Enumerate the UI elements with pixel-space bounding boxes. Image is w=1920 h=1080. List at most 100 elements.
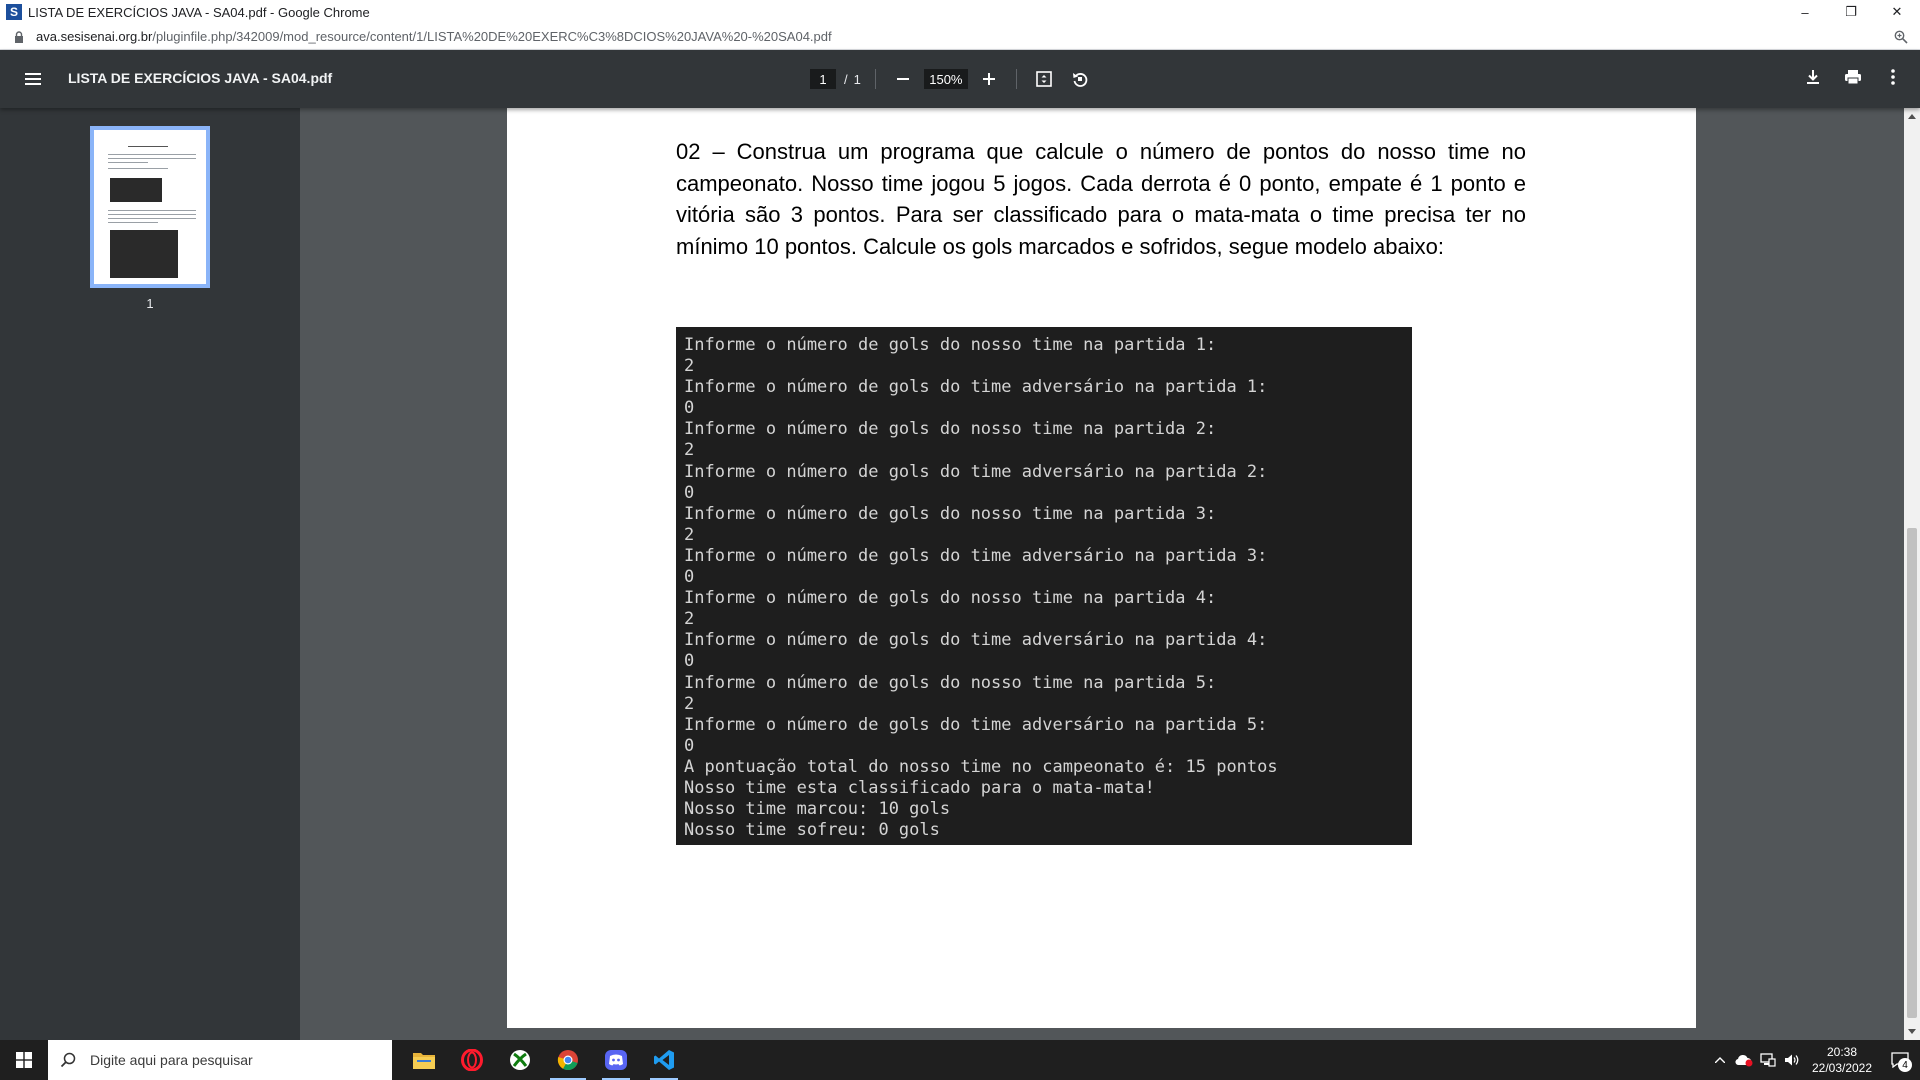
thumbnail-line xyxy=(108,154,196,155)
toolbar-divider xyxy=(874,69,876,89)
system-tray: 20:38 22/03/2022 4 xyxy=(1708,1040,1920,1080)
console-line: Informe o número de gols do time adversá… xyxy=(684,630,1268,651)
console-line: Nosso time sofreu: 0 gols xyxy=(684,820,940,841)
close-button[interactable]: ✕ xyxy=(1874,0,1920,24)
restore-button[interactable]: ❐ xyxy=(1828,0,1874,24)
console-line: Informe o número de gols do nosso time n… xyxy=(684,588,1217,609)
windows-start-icon[interactable] xyxy=(0,1040,48,1080)
thumbnail-line xyxy=(108,168,168,169)
download-icon[interactable] xyxy=(1800,64,1826,90)
speaker-icon[interactable] xyxy=(1780,1040,1804,1080)
print-icon[interactable] xyxy=(1840,64,1866,90)
exercise-text: 02 – Construa um programa que calcule o … xyxy=(676,139,1526,259)
right-toolbar xyxy=(1800,64,1906,90)
xbox-icon[interactable] xyxy=(496,1040,544,1080)
thumbnail-preview xyxy=(98,134,202,280)
taskbar: Digite aqui para pesquisar 20:38 22/03/2… xyxy=(0,1040,1920,1080)
scroll-up-arrow-icon[interactable] xyxy=(1904,108,1920,124)
url-path: /pluginfile.php/342009/mod_resource/cont… xyxy=(152,29,832,44)
vscode-icon[interactable] xyxy=(640,1040,688,1080)
zoom-out-icon[interactable] xyxy=(890,66,916,92)
vertical-scrollbar[interactable] xyxy=(1904,108,1920,1040)
page-separator: / xyxy=(844,71,848,87)
thumbnail-line xyxy=(108,158,196,159)
thumbnail-line xyxy=(108,162,148,163)
console-line: 0 xyxy=(684,398,695,419)
taskbar-apps xyxy=(400,1040,688,1080)
file-explorer-icon[interactable] xyxy=(400,1040,448,1080)
console-line: Informe o número de gols do time adversá… xyxy=(684,714,1268,735)
thumbnail-line xyxy=(108,210,196,211)
console-line: A pontuação total do nosso time no campe… xyxy=(684,756,1278,777)
console-line: Informe o número de gols do time adversá… xyxy=(684,461,1268,482)
chrome-icon[interactable] xyxy=(544,1040,592,1080)
url-text[interactable]: ava.sesisenai.org.br/pluginfile.php/3420… xyxy=(36,29,832,44)
discord-icon[interactable] xyxy=(592,1040,640,1080)
notification-center-icon[interactable]: 4 xyxy=(1880,1040,1920,1080)
console-line: Informe o número de gols do nosso time n… xyxy=(684,672,1217,693)
thumbnail-sidebar: 1 xyxy=(0,108,300,1040)
thumbnail-console-block xyxy=(110,178,162,202)
window-title: LISTA DE EXERCÍCIOS JAVA - SA04.pdf - Go… xyxy=(28,4,370,20)
address-bar[interactable]: ava.sesisenai.org.br/pluginfile.php/3420… xyxy=(0,24,1920,50)
scroll-down-arrow-icon[interactable] xyxy=(1904,1024,1920,1040)
console-line: Informe o número de gols do time adversá… xyxy=(684,545,1268,566)
taskbar-search-input[interactable]: Digite aqui para pesquisar xyxy=(48,1040,392,1080)
thumbnail-label: 1 xyxy=(146,296,154,311)
console-line: Informe o número de gols do nosso time n… xyxy=(684,419,1217,440)
console-line: 0 xyxy=(684,482,695,503)
search-placeholder: Digite aqui para pesquisar xyxy=(90,1052,253,1068)
thumbnail-line xyxy=(108,218,196,219)
clock-date: 22/03/2022 xyxy=(1811,1061,1873,1075)
console-line: 2 xyxy=(684,524,695,545)
toolbar-divider xyxy=(1015,69,1017,89)
scrollbar-thumb[interactable] xyxy=(1907,528,1917,1018)
console-line: 2 xyxy=(684,609,695,630)
pdf-toolbar: LISTA DE EXERCÍCIOS JAVA - SA04.pdf 1 / … xyxy=(0,50,1920,108)
notification-count-badge: 4 xyxy=(1898,1058,1912,1072)
clock-time: 20:38 xyxy=(1826,1045,1858,1059)
console-line: 0 xyxy=(684,735,695,756)
screen: S LISTA DE EXERCÍCIOS JAVA - SA04.pdf - … xyxy=(0,0,1920,1080)
page-number-input[interactable]: 1 xyxy=(810,69,836,89)
console-line: Informe o número de gols do nosso time n… xyxy=(684,503,1217,524)
console-line: 2 xyxy=(684,693,695,714)
pdf-viewer[interactable]: 02 – Construa um programa que calcule o … xyxy=(300,108,1904,1040)
thumbnail-console-block xyxy=(110,230,178,278)
page-total: 1 xyxy=(853,71,861,87)
window-controls: – ❐ ✕ xyxy=(1782,0,1920,24)
search-icon xyxy=(60,1052,76,1068)
console-line: 2 xyxy=(684,440,695,461)
url-host: ava.sesisenai.org.br xyxy=(36,29,153,44)
thumbnail-line xyxy=(108,214,196,215)
lock-icon[interactable] xyxy=(12,30,26,44)
console-line: 0 xyxy=(684,567,695,588)
console-line: Nosso time esta classificado para o mata… xyxy=(684,777,1155,798)
console-output-image: Informe o número de gols do nosso time n… xyxy=(676,327,1412,845)
network-icon[interactable] xyxy=(1756,1040,1780,1080)
chevron-up-icon[interactable] xyxy=(1708,1040,1732,1080)
minimize-button[interactable]: – xyxy=(1782,0,1828,24)
thumbnail-line xyxy=(108,222,158,223)
opera-icon[interactable] xyxy=(448,1040,496,1080)
more-options-icon[interactable] xyxy=(1880,64,1906,90)
zoom-in-icon[interactable] xyxy=(976,66,1002,92)
thumbnail-line xyxy=(128,146,168,147)
rotate-counterclockwise-icon[interactable] xyxy=(1067,66,1093,92)
console-line: Informe o número de gols do nosso time n… xyxy=(684,335,1217,355)
window-title-bar: S LISTA DE EXERCÍCIOS JAVA - SA04.pdf - … xyxy=(0,0,1920,24)
console-line: Nosso time marcou: 10 gols xyxy=(684,799,951,820)
cloud-sync-error-icon[interactable] xyxy=(1732,1040,1756,1080)
zoom-magnifier-icon[interactable] xyxy=(1892,28,1910,46)
page-thumbnail[interactable] xyxy=(90,126,210,288)
taskbar-clock[interactable]: 20:38 22/03/2022 xyxy=(1804,1044,1880,1076)
page-controls: 1 / 1 150% xyxy=(810,64,1093,94)
zoom-level-input[interactable]: 150% xyxy=(923,69,968,89)
menu-icon[interactable] xyxy=(22,68,44,90)
site-favicon-icon: S xyxy=(6,4,22,20)
pdf-page: 02 – Construa um programa que calcule o … xyxy=(507,108,1696,1028)
document-title: LISTA DE EXERCÍCIOS JAVA - SA04.pdf xyxy=(68,70,333,86)
console-line: 0 xyxy=(684,651,695,672)
console-line: Informe o número de gols do time adversá… xyxy=(684,377,1268,398)
fit-to-page-icon[interactable] xyxy=(1031,66,1057,92)
